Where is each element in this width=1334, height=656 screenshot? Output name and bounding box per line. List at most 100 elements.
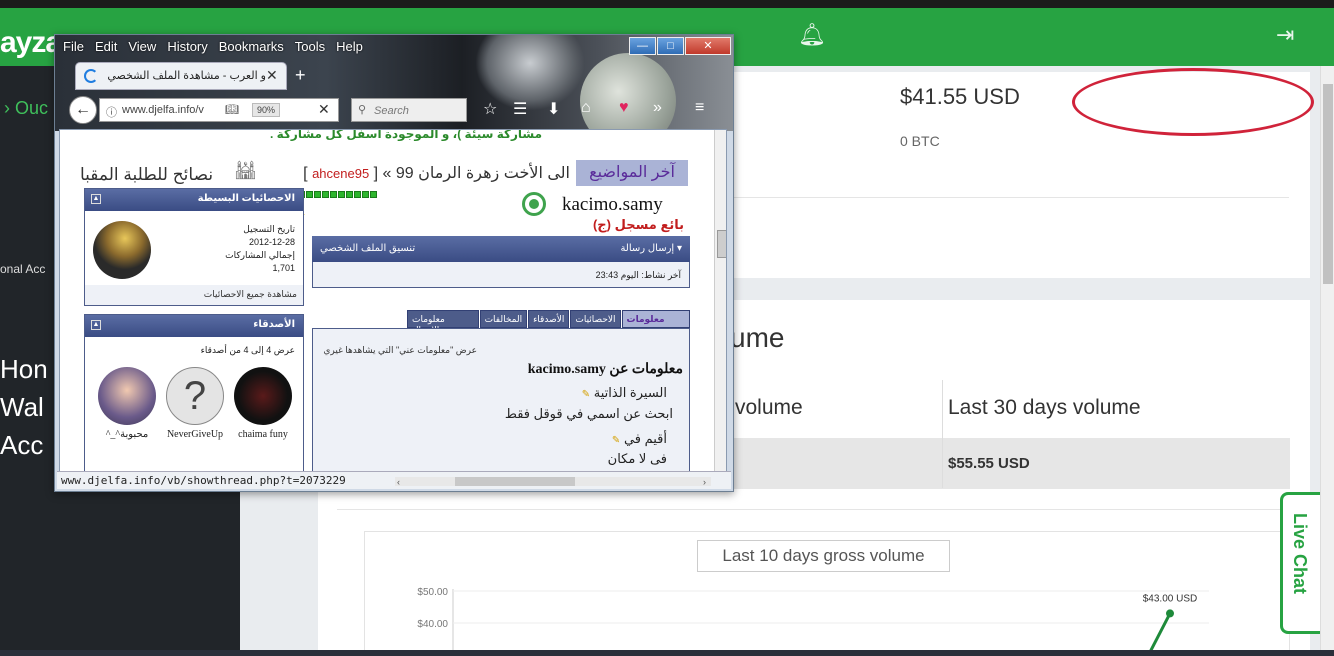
stats-panel: ▲ الاحصائيات البسيطة تاريخ التسجيل 2012-1… [84,188,304,306]
hamburger-menu-icon[interactable]: ≡ [695,99,704,117]
info-icon[interactable]: ⓘ [106,104,117,120]
sidebar-user[interactable]: › Ouc [4,98,48,119]
tab-infractions[interactable]: المخالفات [479,310,528,328]
zoom-indicator[interactable]: 90% [252,103,281,117]
tab-about-me[interactable]: معلومات عني [621,310,690,335]
menu-edit[interactable]: Edit [95,39,117,57]
bell-icon[interactable]: 🔔︎ [798,22,826,48]
tab-close-icon[interactable]: ✕ [266,67,278,84]
scrollbar-thumb[interactable] [717,230,726,258]
profile-username: kacimo.samy [562,194,663,215]
data-label: $43.00 USD [1143,593,1197,604]
maximize-button[interactable]: □ [657,37,684,55]
annotation-circle [1072,68,1314,136]
new-tab-button[interactable]: + [295,65,306,86]
pocket-icon[interactable]: ♥ [619,99,629,117]
latest-topic-text: الى الأخت زهرة الرمان 99 » [ [373,165,570,182]
balance-btc: 0 BTC [900,133,940,149]
back-button[interactable]: ← [69,96,97,124]
home-icon[interactable]: ⌂ [581,99,591,117]
view-all-stats-link[interactable]: مشاهدة جميع الاحصائيات [85,285,303,305]
downloads-icon[interactable]: ⬇ [547,99,560,119]
bookmarks-menu-icon[interactable]: ☰ [513,99,527,119]
latest-topic-tips[interactable]: نصائح للطلبة المقبا [80,165,213,185]
registration-date: 2012-12-28 [248,237,295,247]
online-status-icon [522,192,546,216]
user-rank: بائع مسجل (ج) [592,217,684,232]
search-icon: ⚲ [358,104,367,116]
tab-statistics[interactable]: الاحصائيات [570,310,621,328]
friends-count: عرض 4 إلى 4 من أصدقاء [200,345,295,355]
window-controls: — □ ✕ [629,37,732,55]
page-content: مشاركة سيئة )، و الموجودة أسفل كل مشاركة… [59,129,727,473]
minimize-button[interactable]: — [629,37,656,55]
page-scrollbar[interactable] [1320,66,1334,656]
tab-contact-info[interactable]: معلومات الاتصال [407,310,479,335]
clear-url-icon[interactable]: ✕ [318,101,330,118]
menu-view[interactable]: View [128,39,156,57]
volume-col1-header: volume [735,396,803,419]
reputation-dot [338,191,345,198]
menu-file[interactable]: File [63,39,84,57]
scrollbar-thumb[interactable] [1323,84,1333,284]
url-bar[interactable]: ⓘ www.djelfa.info/v 📖︎ 90% ✕ [99,98,339,122]
page-vertical-scrollbar[interactable] [714,130,726,472]
posts-label: إجمالي المشاركات [225,250,295,260]
close-button[interactable]: ✕ [685,37,731,55]
friends-panel: ▲ الأصدقاء عرض 4 إلى 4 من أصدقاء chaima f… [84,314,304,472]
logout-icon[interactable]: ⇥ [1276,22,1294,48]
reputation-dot [322,191,329,198]
top-strip [0,0,1334,8]
svg-text:‹: ‹ [397,477,400,487]
browser-tab[interactable]: و العرب - مشاهدة الملف الشخصي ✕ [75,62,287,90]
residence-value: فى لا مكان [607,451,667,466]
friend-name: NeverGiveUp [166,429,224,440]
profile-format-link[interactable]: تنسيق الملف الشخصي [320,243,415,254]
residence-label: أقيم في [623,431,667,446]
collapse-icon[interactable]: ▲ [91,194,101,204]
tab-title: و العرب - مشاهدة الملف الشخصي [107,70,266,82]
friend-avatar [98,367,156,425]
sidebar-item-wallet[interactable]: Wal [0,392,44,423]
send-message-button[interactable]: إرسال رسالة ▾ [620,243,682,254]
collapse-icon[interactable]: ▲ [91,320,101,330]
data-point [1166,609,1174,618]
search-placeholder: Search [374,105,409,117]
url-text: www.djelfa.info/v [122,104,204,116]
app-logo[interactable]: ayza [0,26,62,60]
latest-topics-bar: آخر المواضيع الى الأخت زهرة الرمان 99 » … [80,160,688,188]
volume-col2-header: Last 30 days volume [948,396,1141,419]
status-url: www.djelfa.info/vb/showthread.php?t=2073… [61,474,346,487]
menu-bar: File Edit View History Bookmarks Tools H… [63,39,363,57]
latest-topics-label: آخر المواضيع [576,160,688,186]
friend-avatar [234,367,292,425]
friend-item[interactable]: ? NeverGiveUp [165,367,225,440]
sidebar-item-home[interactable]: Hon [0,354,48,385]
menu-tools[interactable]: Tools [295,39,325,57]
latest-topic-user[interactable]: ahcene95 [312,166,369,181]
live-chat-button[interactable]: Live Chat [1280,492,1320,634]
friend-name: chaima funy [238,429,288,440]
y-tick-label: $40.00 [417,619,448,630]
sidebar-item-account[interactable]: Acc [0,430,43,461]
latest-topic-link[interactable]: الى الأخت زهرة الرمان 99 » [ ahcene95 ] [303,163,570,183]
horizontal-scrollbar[interactable]: ‹ › [395,474,711,488]
posts-count: 1,701 [272,263,295,273]
reputation-dot [346,191,353,198]
friend-item[interactable]: ^_^محبوبة [97,367,157,440]
nav-toolbar: ← ⓘ www.djelfa.info/v 📖︎ 90% ✕ ⚲ Search … [59,93,729,127]
stats-details: تاريخ التسجيل 2012-12-28 إجمالي المشاركا… [225,223,295,275]
page-hint: مشاركة سيئة )، و الموجودة أسفل كل مشاركة… [270,129,543,141]
reader-view-icon[interactable]: 📖︎ [225,103,239,116]
bookmark-star-icon[interactable]: ☆ [483,99,497,119]
menu-help[interactable]: Help [336,39,363,57]
search-bar[interactable]: ⚲ Search [351,98,467,122]
friend-item[interactable]: chaima funy [233,367,293,440]
svg-text:›: › [703,477,706,487]
tab-friends[interactable]: الأصدقاء [528,310,570,328]
menu-bookmarks[interactable]: Bookmarks [219,39,284,57]
friends-title: الأصدقاء [253,319,295,330]
question-mark-icon: ? [166,367,224,425]
menu-history[interactable]: History [167,39,207,57]
overflow-icon[interactable]: » [653,99,662,117]
